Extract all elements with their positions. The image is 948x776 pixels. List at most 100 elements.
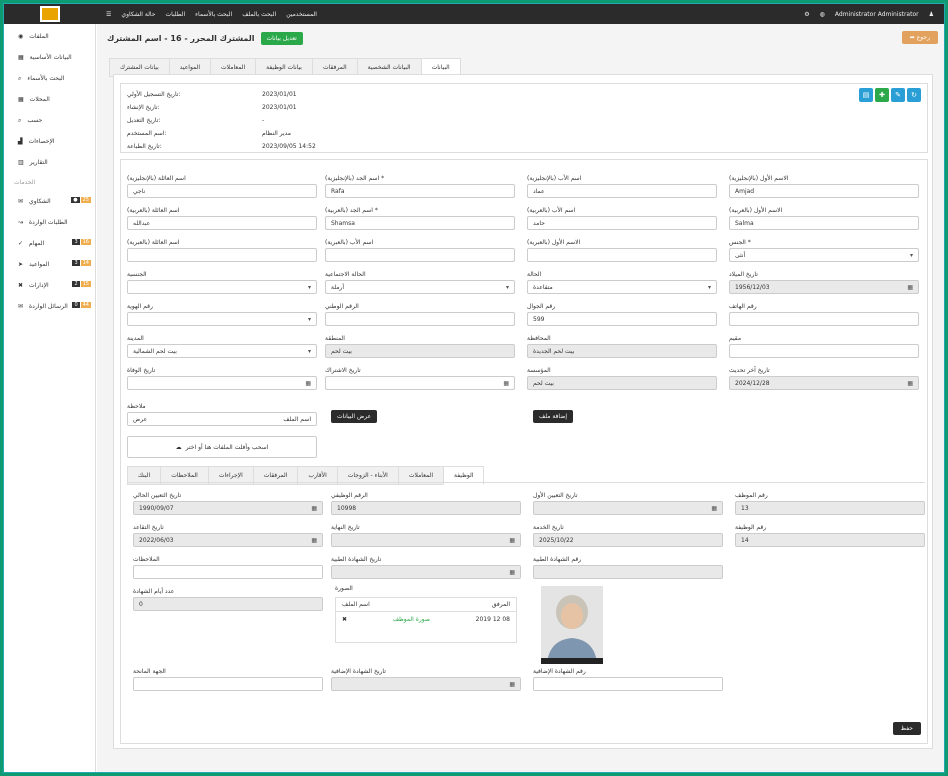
sidebar-sub-3[interactable]: ➤ المواعيد 3 14 <box>4 254 95 275</box>
menu-icon[interactable]: ☰ <box>106 11 111 18</box>
field-input[interactable] <box>533 677 723 691</box>
field-input[interactable]: 0 <box>133 597 323 611</box>
field-input[interactable]: بيت لحم الشمالية ▾ <box>127 344 317 358</box>
edit-badge[interactable]: تعديل بيانات <box>260 31 303 45</box>
dropdown-icon[interactable]: ▾ <box>910 252 913 259</box>
field-input[interactable] <box>527 248 717 262</box>
sidebar-item-1[interactable]: ▦ البيانات الأساسية <box>4 47 95 68</box>
field-input[interactable]: Rafa <box>325 184 515 198</box>
back-button[interactable]: ➦ رجوع <box>901 31 938 44</box>
field-input[interactable]: Salma <box>729 216 919 230</box>
dropdown-icon[interactable]: ▾ <box>708 284 711 291</box>
add-file-button[interactable]: إضافة ملف <box>533 410 573 423</box>
field-label: رقم الجوال <box>527 303 556 310</box>
user-icon[interactable]: ♟ <box>929 11 934 18</box>
dropdown-icon[interactable]: ▾ <box>506 284 509 291</box>
sidebar-item-3[interactable]: ▦ المحلات <box>4 89 95 110</box>
field-label: الاسم الأول (بالعربية) <box>729 207 783 214</box>
settings-icon[interactable]: ⚙ <box>804 11 809 18</box>
field-input[interactable]: ▦ <box>331 677 521 691</box>
calendar-icon[interactable]: ▦ <box>311 537 317 544</box>
dropdown-icon[interactable]: ▾ <box>308 348 311 355</box>
field-input[interactable] <box>133 565 323 579</box>
field-input[interactable]: ناجي <box>127 184 317 198</box>
field-input[interactable] <box>325 312 515 326</box>
sidebar-sub-4[interactable]: ✖ الإدارات 2 15 <box>4 275 95 296</box>
save-icon[interactable]: ▤ <box>859 88 873 102</box>
user-name[interactable]: Administrator Administrator <box>835 11 919 18</box>
refresh-icon[interactable]: ↻ <box>907 88 921 102</box>
field-input[interactable]: ▦ <box>533 501 723 515</box>
field-input[interactable]: ▦ <box>331 565 521 579</box>
calendar-icon[interactable]: ▦ <box>503 380 509 387</box>
topbar-menu-3[interactable]: الطلبات <box>165 11 185 18</box>
field-input[interactable]: 2022/06/03 ▦ <box>133 533 323 547</box>
dropdown-icon[interactable]: ▾ <box>308 316 311 323</box>
save-button[interactable]: حفظ <box>892 722 921 735</box>
field-input[interactable] <box>325 248 515 262</box>
upload-dropzone[interactable]: ☁ اسحب وأفلت الملفات هنا أو اختر <box>127 436 317 458</box>
field-input[interactable] <box>533 565 723 579</box>
topbar-menu-1[interactable]: البحث بالملف <box>242 11 276 18</box>
field-input[interactable]: ▾ <box>127 312 317 326</box>
topbar-menu-2[interactable]: البحث بالأسماء <box>195 11 232 18</box>
logo[interactable] <box>4 4 96 24</box>
field-input[interactable]: 14 <box>735 533 925 547</box>
field-input[interactable] <box>729 312 919 326</box>
calendar-icon[interactable]: ▦ <box>711 505 717 512</box>
sidebar-item-5[interactable]: ▟ الإحصاءات <box>4 131 95 152</box>
form-field: تاريخ الشهادة الطبية ▦ <box>331 555 521 579</box>
sidebar-item-2[interactable]: ⌕ البحث بالأسماء <box>4 68 95 89</box>
sidebar-item-6[interactable]: ▥ التقارير <box>4 152 95 173</box>
field-input[interactable]: حامد <box>527 216 717 230</box>
file-link[interactable]: صورة الموظف <box>393 616 430 623</box>
field-input[interactable]: بيت لحم <box>325 344 515 358</box>
field-input[interactable]: أنثى ▾ <box>729 248 919 262</box>
field-input[interactable]: عماد <box>527 184 717 198</box>
field-input[interactable] <box>729 344 919 358</box>
globe-icon[interactable]: ◍ <box>820 11 825 18</box>
field-input[interactable]: Shamsa <box>325 216 515 230</box>
field-input[interactable]: عبدالله <box>127 216 317 230</box>
dropdown-icon[interactable]: ▾ <box>308 284 311 291</box>
sidebar-item-0[interactable]: ◉ الملفات <box>4 26 95 47</box>
sidebar-sub-1[interactable]: ↝ الطلبات الواردة <box>4 212 95 233</box>
field-input[interactable]: 2024/12/28 ▦ <box>729 376 919 390</box>
calendar-icon[interactable]: ▦ <box>305 380 311 387</box>
field-input[interactable] <box>127 248 317 262</box>
sidebar-sub-5[interactable]: ✉ الرسائل الواردة 0 44 <box>4 296 95 317</box>
field-input[interactable]: 13 <box>735 501 925 515</box>
calendar-icon[interactable]: ▦ <box>509 569 515 576</box>
field-input[interactable]: ▦ <box>127 376 317 390</box>
field-value: ناجي <box>133 187 146 195</box>
field-input[interactable]: 1990/09/07 ▦ <box>133 501 323 515</box>
calendar-icon[interactable]: ▦ <box>509 681 515 688</box>
field-input[interactable]: ▦ <box>325 376 515 390</box>
sidebar-sub-2[interactable]: ✓ المهام 3 16 <box>4 233 95 254</box>
field-input[interactable]: أرملة ▾ <box>325 280 515 294</box>
notes-input[interactable]: عرض اسم الملف <box>127 412 317 426</box>
field-input[interactable]: ▦ <box>331 533 521 547</box>
topbar-menu-0[interactable]: المستخدمين <box>286 11 317 18</box>
field-input[interactable]: 1956/12/03 ▦ <box>729 280 919 294</box>
edit-icon[interactable]: ✎ <box>891 88 905 102</box>
sidebar-sub-0[interactable]: ✉ الشكاوي ● 25 <box>4 191 95 212</box>
field-input[interactable]: بيت لحم <box>527 376 717 390</box>
leaf-icon[interactable]: ✚ <box>875 88 889 102</box>
calendar-icon[interactable]: ▦ <box>907 380 913 387</box>
field-input[interactable]: بيت لحم الجديدة <box>527 344 717 358</box>
delete-icon[interactable]: ✖ <box>342 616 347 623</box>
show-data-button[interactable]: عرض البيانات <box>331 410 378 423</box>
calendar-icon[interactable]: ▦ <box>509 537 515 544</box>
topbar-menu-4[interactable]: حالة الشكاوي <box>121 11 155 18</box>
field-input[interactable]: ▾ <box>127 280 317 294</box>
sidebar-item-4[interactable]: ⌕ حسب <box>4 110 95 131</box>
field-input[interactable]: Amjad <box>729 184 919 198</box>
field-input[interactable]: 10998 <box>331 501 521 515</box>
field-input[interactable]: متقاعدة ▾ <box>527 280 717 294</box>
field-input[interactable] <box>133 677 323 691</box>
calendar-icon[interactable]: ▦ <box>311 505 317 512</box>
calendar-icon[interactable]: ▦ <box>907 284 913 291</box>
field-input[interactable]: 2025/10/22 <box>533 533 723 547</box>
field-input[interactable]: 599 <box>527 312 717 326</box>
